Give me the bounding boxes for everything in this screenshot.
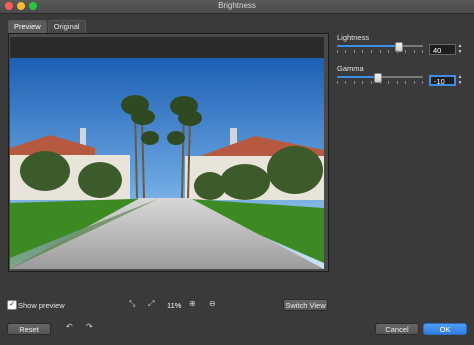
lightness-slider[interactable] xyxy=(337,42,423,52)
cancel-button[interactable]: Cancel xyxy=(375,323,419,335)
tab-preview[interactable]: Preview xyxy=(8,20,47,33)
show-preview-checkbox[interactable]: ✓ xyxy=(7,300,17,310)
zoom-in-icon[interactable]: ⊕ xyxy=(189,299,196,309)
stepper-down-icon[interactable]: ▼ xyxy=(457,49,463,55)
ok-button[interactable]: OK xyxy=(423,323,467,335)
view-tabs: Preview Original xyxy=(8,20,87,33)
zoom-out-icon[interactable]: ⊖ xyxy=(209,299,216,309)
fit-to-window-icon[interactable]: ⤡ xyxy=(129,299,135,309)
tab-original[interactable]: Original xyxy=(47,20,86,33)
window-title: Brightness xyxy=(218,1,256,10)
reset-button[interactable]: Reset xyxy=(7,323,51,335)
lightness-stepper[interactable]: ▲ ▼ xyxy=(457,43,463,55)
zoom-level: 11% xyxy=(167,301,182,310)
gamma-slider-fill xyxy=(337,76,377,78)
show-preview-label[interactable]: Show preview xyxy=(18,301,65,310)
lightness-slider-fill xyxy=(337,45,399,47)
actual-size-icon[interactable]: ⤢ xyxy=(148,299,154,309)
preview-image xyxy=(10,58,324,269)
redo-icon[interactable]: ↷ xyxy=(86,322,93,332)
lightness-slider-ticks xyxy=(337,50,423,53)
lightness-label: Lightness xyxy=(337,33,370,42)
preview-toolbar: ✓ Show preview ⤡ ⤢ 11% ⊕ ⊖ Switch View xyxy=(0,299,474,313)
title-bar: Brightness xyxy=(0,0,474,14)
stepper-down-icon[interactable]: ▼ xyxy=(457,80,463,86)
gamma-value-field[interactable]: -10 xyxy=(429,75,456,86)
gamma-label: Gamma xyxy=(337,64,364,73)
gamma-slider-ticks xyxy=(337,81,423,84)
undo-icon[interactable]: ↶ xyxy=(66,322,73,332)
gamma-stepper[interactable]: ▲ ▼ xyxy=(457,74,463,86)
switch-view-button[interactable]: Switch View xyxy=(283,299,328,311)
preview-viewport[interactable] xyxy=(10,37,324,269)
lightness-value-field[interactable]: 40 xyxy=(429,44,456,55)
gamma-slider[interactable] xyxy=(337,73,423,83)
